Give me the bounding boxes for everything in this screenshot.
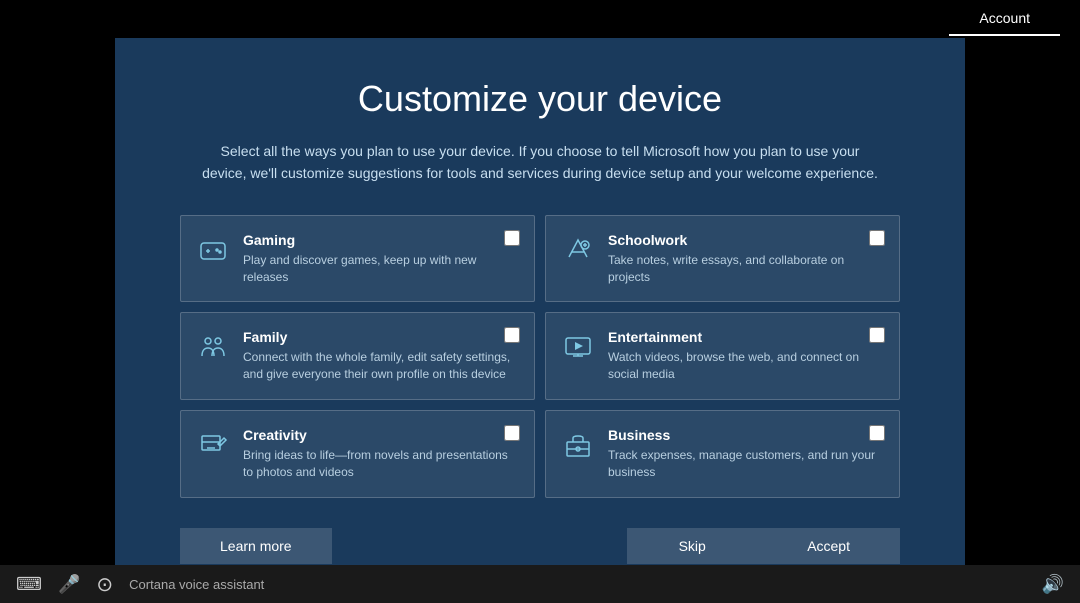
schoolwork-icon <box>560 232 596 268</box>
page-subtitle: Select all the ways you plan to use your… <box>200 140 880 185</box>
accept-button[interactable]: Accept <box>757 528 900 564</box>
card-schoolwork-desc: Take notes, write essays, and collaborat… <box>608 252 885 286</box>
card-entertainment-desc: Watch videos, browse the web, and connec… <box>608 349 885 383</box>
card-gaming-content: Gaming Play and discover games, keep up … <box>243 232 520 286</box>
keyboard-icon[interactable]: ⌨ <box>16 574 42 595</box>
skip-button[interactable]: Skip <box>627 528 757 564</box>
taskbar: ⌨ 🎤 ⊙ Cortana voice assistant 🔊 <box>0 565 1080 603</box>
card-family[interactable]: Family Connect with the whole family, ed… <box>180 312 535 400</box>
page-title: Customize your device <box>358 78 722 120</box>
card-creativity-title: Creativity <box>243 427 520 443</box>
card-gaming[interactable]: Gaming Play and discover games, keep up … <box>180 215 535 303</box>
card-entertainment-checkbox[interactable] <box>869 327 885 343</box>
bottom-buttons: Learn more Skip Accept <box>180 528 900 564</box>
gaming-icon <box>195 232 231 268</box>
business-icon <box>560 427 596 463</box>
right-buttons: Skip Accept <box>627 528 900 564</box>
card-family-checkbox[interactable] <box>504 327 520 343</box>
main-window: Customize your device Select all the way… <box>115 38 965 565</box>
card-gaming-desc: Play and discover games, keep up with ne… <box>243 252 520 286</box>
card-creativity-desc: Bring ideas to life—from novels and pres… <box>243 447 520 481</box>
family-icon <box>195 329 231 365</box>
card-business-desc: Track expenses, manage customers, and ru… <box>608 447 885 481</box>
volume-icon[interactable]: 🔊 <box>1042 574 1064 595</box>
card-business-checkbox[interactable] <box>869 425 885 441</box>
cortana-label: Cortana voice assistant <box>129 577 1025 592</box>
card-business-title: Business <box>608 427 885 443</box>
cortana-circle-icon[interactable]: ⊙ <box>96 572 113 597</box>
top-bar: Account <box>0 0 1080 38</box>
entertainment-icon <box>560 329 596 365</box>
card-creativity[interactable]: Creativity Bring ideas to life—from nove… <box>180 410 535 498</box>
card-gaming-checkbox[interactable] <box>504 230 520 246</box>
card-business-content: Business Track expenses, manage customer… <box>608 427 885 481</box>
card-schoolwork[interactable]: Schoolwork Take notes, write essays, and… <box>545 215 900 303</box>
card-schoolwork-title: Schoolwork <box>608 232 885 248</box>
cards-grid: Gaming Play and discover games, keep up … <box>180 215 900 498</box>
microphone-icon[interactable]: 🎤 <box>58 574 80 595</box>
card-entertainment-content: Entertainment Watch videos, browse the w… <box>608 329 885 383</box>
card-business[interactable]: Business Track expenses, manage customer… <box>545 410 900 498</box>
card-schoolwork-content: Schoolwork Take notes, write essays, and… <box>608 232 885 286</box>
card-family-title: Family <box>243 329 520 345</box>
card-entertainment-title: Entertainment <box>608 329 885 345</box>
learn-more-button[interactable]: Learn more <box>180 528 332 564</box>
card-family-desc: Connect with the whole family, edit safe… <box>243 349 520 383</box>
card-creativity-content: Creativity Bring ideas to life—from nove… <box>243 427 520 481</box>
card-creativity-checkbox[interactable] <box>504 425 520 441</box>
card-gaming-title: Gaming <box>243 232 520 248</box>
card-schoolwork-checkbox[interactable] <box>869 230 885 246</box>
account-tab[interactable]: Account <box>949 2 1060 36</box>
card-entertainment[interactable]: Entertainment Watch videos, browse the w… <box>545 312 900 400</box>
card-family-content: Family Connect with the whole family, ed… <box>243 329 520 383</box>
creativity-icon <box>195 427 231 463</box>
